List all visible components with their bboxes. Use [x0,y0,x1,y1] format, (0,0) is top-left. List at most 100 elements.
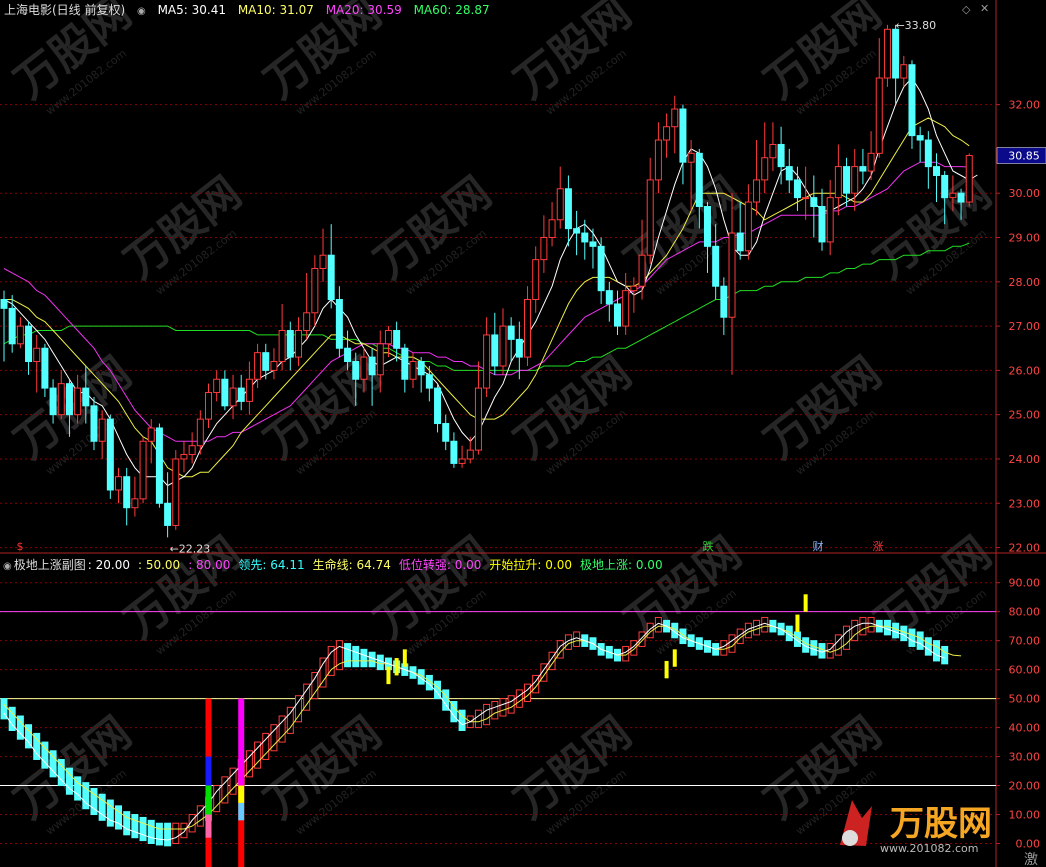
candle-up [630,285,638,292]
signal-bar [238,802,245,821]
candle-down [818,205,826,243]
indicator-bar-up [474,709,482,729]
price-tick-label: 26.00 [1009,364,1041,377]
candle-up [196,418,204,447]
indicator-bar-down [883,619,891,636]
candle-up [319,254,327,269]
candle-down [25,325,33,363]
signal-bar [205,814,212,838]
candle-up [744,201,752,252]
price-tick-label: 28.00 [1009,276,1041,289]
candle-down [90,405,98,442]
candle-up [834,166,842,199]
start-rally-mark [386,666,391,685]
collapse-icon[interactable]: ◉ [137,6,146,17]
candle-down [352,361,360,380]
candle-down [564,188,572,230]
candle-down [82,387,90,407]
price-tick-label: 29.00 [1009,231,1041,244]
start-rally-mark [795,614,800,632]
ma10-label: MA10: 31.07 [237,3,314,17]
candle-down [581,232,589,243]
indicator-bar-up [515,689,523,708]
indicator-bar-up [172,822,180,845]
candle-up [965,155,973,203]
candle-down [237,387,245,402]
candle-up [213,378,221,394]
candle-up [278,330,286,363]
candle-up [638,254,646,287]
candle-down [155,427,163,504]
start-rally-value: 开始拉升: 0.00 [489,558,572,572]
candle-down [843,166,851,194]
candle-up [98,418,106,442]
event-mark: 跌 [703,539,714,553]
candle-down [491,334,499,367]
candle-up [900,64,908,79]
indicator-bar-down [360,648,368,668]
candle-up [671,108,679,128]
candle-down [777,143,785,168]
logo-brand-text: 万股网 [890,804,992,844]
logo-url-text: www.201082.com [880,842,978,855]
candle-down [589,241,597,247]
candle-up [245,378,253,402]
diamond-icon[interactable]: ◇ [962,3,970,16]
candle-up [57,383,65,416]
candle-up [466,449,474,460]
candle-down [49,387,57,416]
candle-down [908,64,916,137]
indicator-bar-up [180,822,188,839]
candle-up [139,440,147,500]
candle-down [957,192,965,203]
lead-value: 领先: 64.11 [238,558,305,572]
candle-down [720,285,728,318]
candle-up [229,387,237,407]
indicator-bar-down [924,637,932,656]
stock-chart-window[interactable]: 万股网www.201082.com 万股网www.201082.com 万股网www… [0,0,1046,867]
stock-title: 上海电影(日线 前复权) [4,3,126,17]
ma60-label: MA60: 28.87 [413,3,490,17]
price-tick-label: 22.00 [1009,542,1041,555]
indicator-bar-up [311,672,319,700]
signal-bar [205,785,212,815]
candle-down [286,330,294,358]
candle-down [736,232,744,252]
signal-bar [238,698,245,786]
indicator-bar-down [115,805,123,830]
candle-down [933,166,941,176]
indicator-bar-down [131,814,139,839]
indicator-bar-down [368,651,376,668]
candle-up [753,179,761,203]
indicator-bar-up [867,616,875,633]
candle-up [205,392,212,420]
candle-up [802,197,810,200]
candle-up [540,236,548,261]
value-tick-label: 60.00 [1009,664,1041,677]
indicator-bar-up [843,625,851,650]
corner-text: 激 [1024,851,1038,867]
candle-up [172,458,180,526]
candle-up [311,267,319,314]
price-tick-label: 25.00 [1009,409,1041,422]
price-tick-label: 32.00 [1009,99,1041,112]
price-tick-label: 27.00 [1009,320,1041,333]
value-tick-label: 20.00 [1009,780,1041,793]
indicator-bar-down [147,819,155,845]
sub-collapse-icon[interactable]: ◉ [3,561,12,572]
candle-down [605,290,613,305]
candle-down [262,352,270,371]
candle-down [892,28,900,79]
candle-up [254,352,262,380]
candle-up [622,290,630,327]
value-tick-label: 40.00 [1009,722,1041,735]
candle-up [376,343,384,376]
candle-down [425,374,433,389]
candle-up [883,28,891,79]
close-icon[interactable]: ✕ [980,2,989,15]
indicator-bar-up [753,619,761,636]
indicator-bar-down [933,640,941,662]
candle-up [556,188,564,221]
value-tick-label: 70.00 [1009,635,1041,648]
candle-down [417,361,425,376]
